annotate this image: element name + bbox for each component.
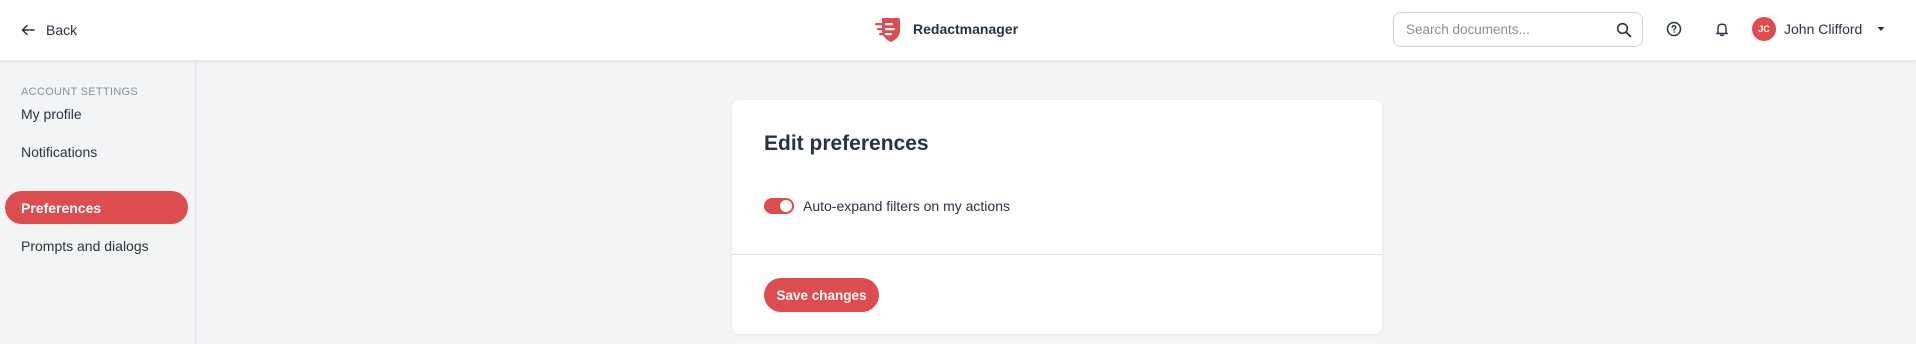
back-button[interactable]: Back <box>20 18 77 42</box>
sidebar-item-prompts-and-dialogs[interactable]: Prompts and dialogs <box>5 229 188 262</box>
search-input[interactable] <box>1394 13 1616 46</box>
sidebar-item-my-profile[interactable]: My profile <box>5 97 188 130</box>
auto-expand-filters-label: Auto-expand filters on my actions <box>803 198 1010 214</box>
brand: Redactmanager <box>873 13 1018 45</box>
divider <box>732 254 1382 255</box>
search-box <box>1393 12 1643 47</box>
preferences-card: Edit preferences Auto-expand filters on … <box>732 100 1382 334</box>
back-label: Back <box>46 22 78 38</box>
toggle-knob <box>780 200 792 212</box>
user-name: John Clifford <box>1784 21 1863 37</box>
auto-expand-filters-toggle[interactable] <box>764 198 794 214</box>
sidebar-item-notifications[interactable]: Notifications <box>5 135 188 168</box>
avatar: JC <box>1752 17 1776 41</box>
brand-name: Redactmanager <box>913 21 1019 37</box>
account-settings-sidebar: ACCOUNT SETTINGS My profile Notification… <box>0 60 196 344</box>
help-button[interactable] <box>1664 19 1684 39</box>
notifications-button[interactable] <box>1712 19 1732 39</box>
caret-down-icon <box>1877 27 1885 31</box>
top-bar: Back Redactmanager Search documents... J… <box>0 0 1916 60</box>
page-title: Edit preferences <box>764 132 929 155</box>
search-icon[interactable] <box>1616 22 1632 38</box>
sidebar-item-preferences[interactable]: Preferences <box>5 191 188 224</box>
arrow-left-icon <box>21 24 35 36</box>
save-changes-button[interactable]: Save changes <box>764 278 879 312</box>
question-circle-icon <box>1666 21 1682 37</box>
preference-row: Auto-expand filters on my actions <box>764 196 1010 216</box>
user-menu[interactable]: JC John Clifford <box>1752 17 1886 41</box>
shield-logo-icon <box>875 18 900 42</box>
bell-icon <box>1716 23 1728 37</box>
